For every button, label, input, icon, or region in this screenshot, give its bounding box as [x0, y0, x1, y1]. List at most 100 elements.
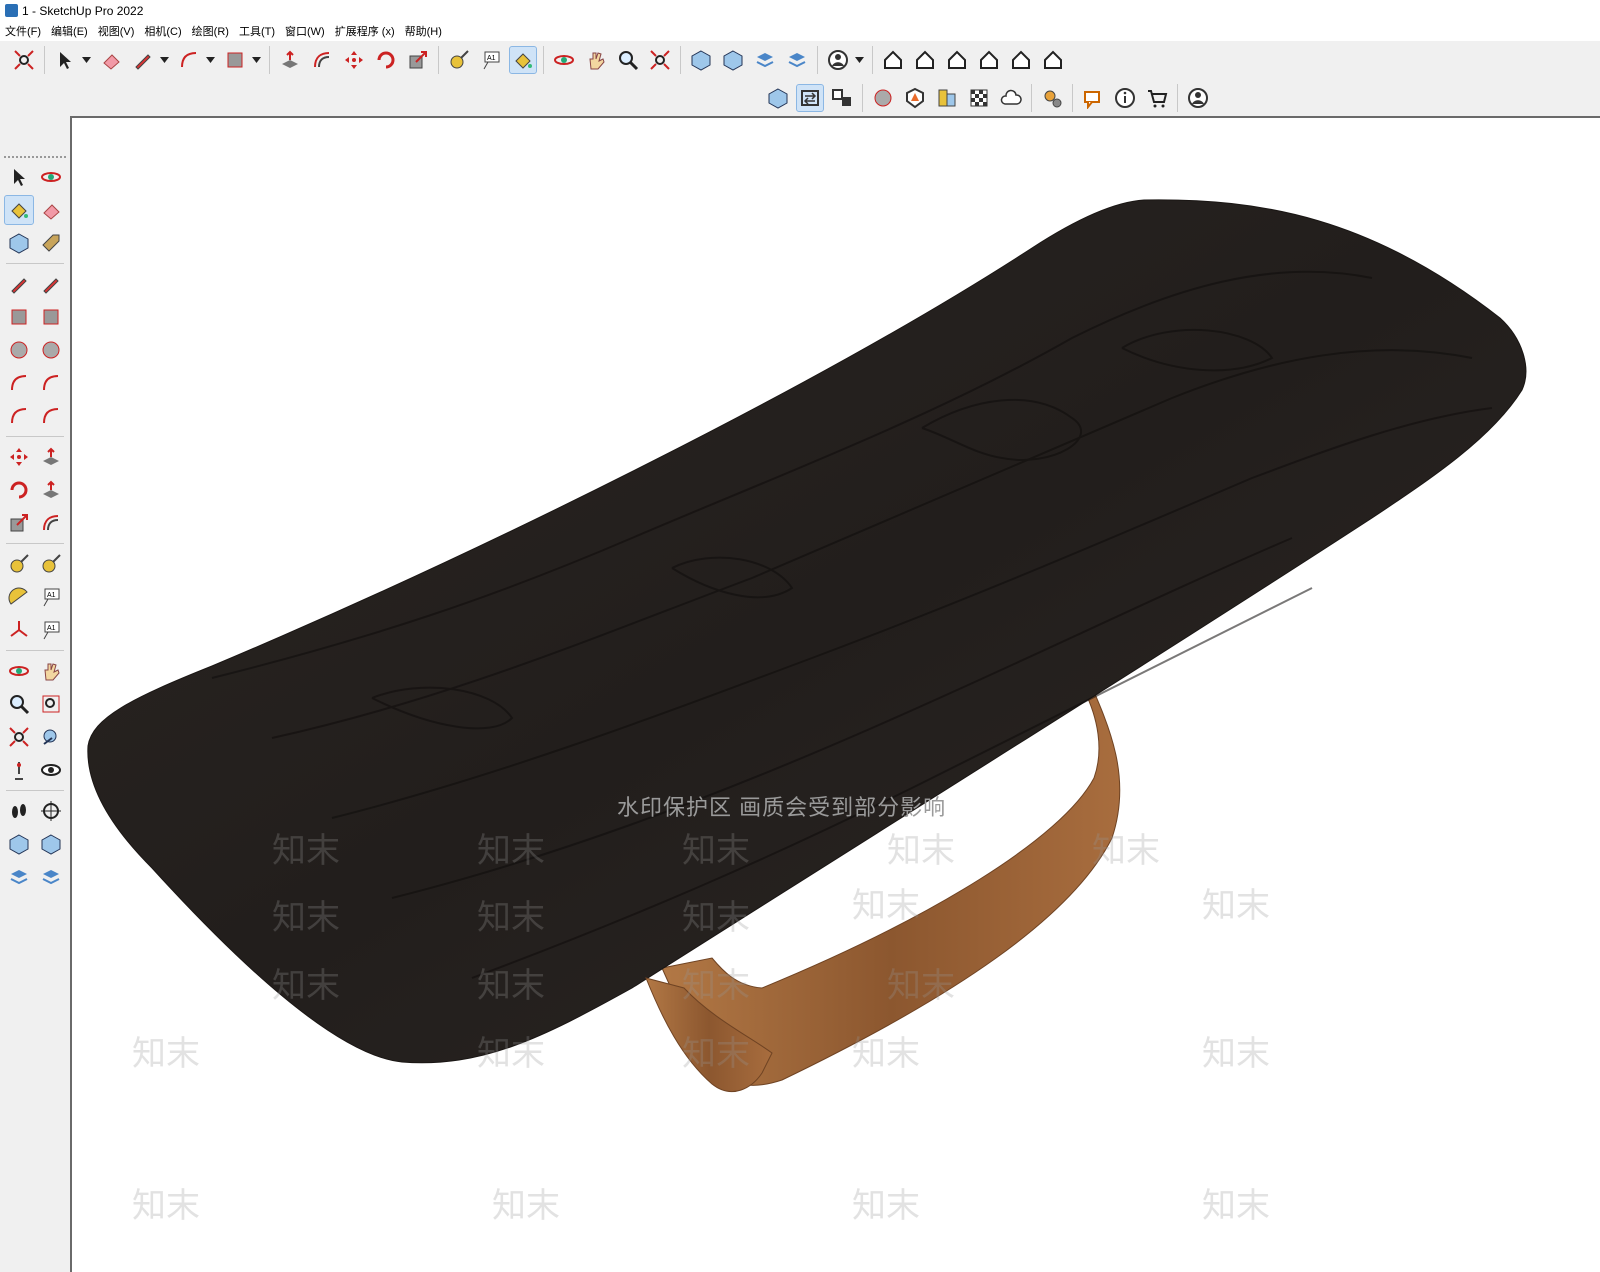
model-viewport[interactable]: 水印保护区 画质会受到部分影响 知末 知末 知末 知末 知末 知末 知末 知末 知末 知末 知末 知末… — [70, 116, 1600, 1272]
polygon-tool-button[interactable] — [36, 335, 66, 365]
zoom-tool-button[interactable] — [4, 689, 34, 719]
add-circle-button[interactable] — [869, 84, 897, 112]
info-button[interactable] — [1111, 84, 1139, 112]
rotate-button[interactable] — [372, 46, 400, 74]
styles-button[interactable] — [933, 84, 961, 112]
zoom-extents-button[interactable] — [10, 46, 38, 74]
swap-button[interactable] — [796, 84, 824, 112]
profile-button[interactable] — [1184, 84, 1212, 112]
scale-tool-button[interactable] — [4, 508, 34, 538]
previous-view-tool-button[interactable] — [36, 722, 66, 752]
iso-view-button[interactable] — [879, 46, 907, 74]
axes-tool-button[interactable] — [4, 615, 34, 645]
two-point-arc-tool-button[interactable] — [36, 368, 66, 398]
back-view-button[interactable] — [1007, 46, 1035, 74]
orbit-button[interactable] — [550, 46, 578, 74]
tag-tool-button[interactable] — [36, 228, 66, 258]
tape-measure-tool-button[interactable] — [4, 549, 34, 579]
pencil-button[interactable] — [129, 46, 157, 74]
zoom-button[interactable] — [614, 46, 642, 74]
cart-button[interactable] — [1143, 84, 1171, 112]
top-house-button[interactable] — [943, 46, 971, 74]
settings-button[interactable] — [1038, 84, 1066, 112]
rectangle-button[interactable] — [221, 46, 249, 74]
toolbar-grip[interactable] — [4, 156, 66, 158]
zoom-window-tool-button[interactable] — [36, 689, 66, 719]
paint-bucket-tool-button[interactable] — [4, 195, 34, 225]
pan-button[interactable] — [582, 46, 610, 74]
dimension-tool-button[interactable] — [36, 549, 66, 579]
move-tool-button[interactable] — [4, 442, 34, 472]
pencil-tool-button[interactable] — [4, 269, 34, 299]
select-tool-button[interactable] — [4, 162, 34, 192]
section-plane-tool-button[interactable] — [36, 796, 66, 826]
chevron-down-icon[interactable] — [81, 46, 91, 74]
menu-item-3[interactable]: 相机(C) — [144, 23, 187, 39]
offset-button[interactable] — [308, 46, 336, 74]
push-pull-button[interactable] — [276, 46, 304, 74]
look-around-tool-button[interactable] — [36, 755, 66, 785]
freehand-tool-button[interactable] — [36, 269, 66, 299]
right-view-button[interactable] — [975, 46, 1003, 74]
sandbox-button[interactable] — [764, 84, 792, 112]
menu-item-0[interactable]: 文件(F) — [5, 23, 47, 39]
menu-item-4[interactable]: 绘图(R) — [192, 23, 235, 39]
extension-warehouse-tool-button[interactable] — [36, 829, 66, 859]
paint-bucket-button[interactable] — [509, 46, 537, 74]
warehouse-3d-tool-button[interactable] — [4, 829, 34, 859]
follow-me-tool-button[interactable] — [36, 475, 66, 505]
eraser-button[interactable] — [97, 46, 125, 74]
rotated-rectangle-tool-button[interactable] — [36, 302, 66, 332]
warehouse-3d-button[interactable] — [687, 46, 715, 74]
chevron-down-icon[interactable] — [205, 46, 215, 74]
zoom-extents-alt-button[interactable] — [646, 46, 674, 74]
menu-item-7[interactable]: 扩展程序 (x) — [335, 23, 401, 39]
arc-button[interactable] — [175, 46, 203, 74]
user-account-button[interactable] — [824, 46, 852, 74]
menu-item-8[interactable]: 帮助(H) — [405, 23, 448, 39]
menu-item-1[interactable]: 编辑(E) — [51, 23, 94, 39]
tape-measure-button[interactable] — [445, 46, 473, 74]
menu-item-6[interactable]: 窗口(W) — [285, 23, 331, 39]
extension-manager-tool-button[interactable] — [36, 862, 66, 892]
scale-button[interactable] — [404, 46, 432, 74]
pie-tool-button[interactable] — [36, 401, 66, 431]
text-label-tool-button[interactable]: A1 — [36, 582, 66, 612]
layout-button[interactable] — [751, 46, 779, 74]
menu-item-5[interactable]: 工具(T) — [239, 23, 281, 39]
rectangle-tool-button[interactable] — [4, 302, 34, 332]
eraser-tool-button[interactable] — [36, 195, 66, 225]
chevron-down-icon[interactable] — [251, 46, 261, 74]
component-tool-button[interactable] — [4, 228, 34, 258]
walk-tool-button[interactable] — [4, 796, 34, 826]
cloud-upload-button[interactable] — [997, 84, 1025, 112]
push-pull-tool-button[interactable] — [36, 442, 66, 472]
checker-button[interactable] — [965, 84, 993, 112]
offset-tool-button[interactable] — [36, 508, 66, 538]
move-button[interactable] — [340, 46, 368, 74]
message-button[interactable] — [1079, 84, 1107, 112]
zoom-extents-tool-button[interactable] — [4, 722, 34, 752]
chevron-down-icon[interactable] — [159, 46, 169, 74]
layout-tool-button[interactable] — [4, 862, 34, 892]
arc-tool-button[interactable] — [4, 368, 34, 398]
pan-tool-button[interactable] — [36, 656, 66, 686]
protractor-tool-button[interactable] — [4, 582, 34, 612]
position-camera-tool-button[interactable] — [4, 755, 34, 785]
chevron-down-icon[interactable] — [854, 46, 864, 74]
3d-text-tool-button[interactable]: A1 — [36, 615, 66, 645]
scene-button[interactable] — [828, 84, 856, 112]
menu-item-2[interactable]: 视图(V) — [98, 23, 141, 39]
solid-tools-button[interactable] — [901, 84, 929, 112]
three-point-arc-tool-button[interactable] — [4, 401, 34, 431]
orbit-tool-button[interactable] — [4, 656, 34, 686]
front-view-button[interactable] — [911, 46, 939, 74]
circle-tool-button[interactable] — [4, 335, 34, 365]
rotate-tool-button[interactable] — [4, 475, 34, 505]
extension-warehouse-button[interactable] — [719, 46, 747, 74]
select-arrow-button[interactable] — [51, 46, 79, 74]
text-label-button[interactable]: A1 — [477, 46, 505, 74]
left-view-button[interactable] — [1039, 46, 1067, 74]
orbit-small-tool-button[interactable] — [36, 162, 66, 192]
extension-manager-button[interactable] — [783, 46, 811, 74]
